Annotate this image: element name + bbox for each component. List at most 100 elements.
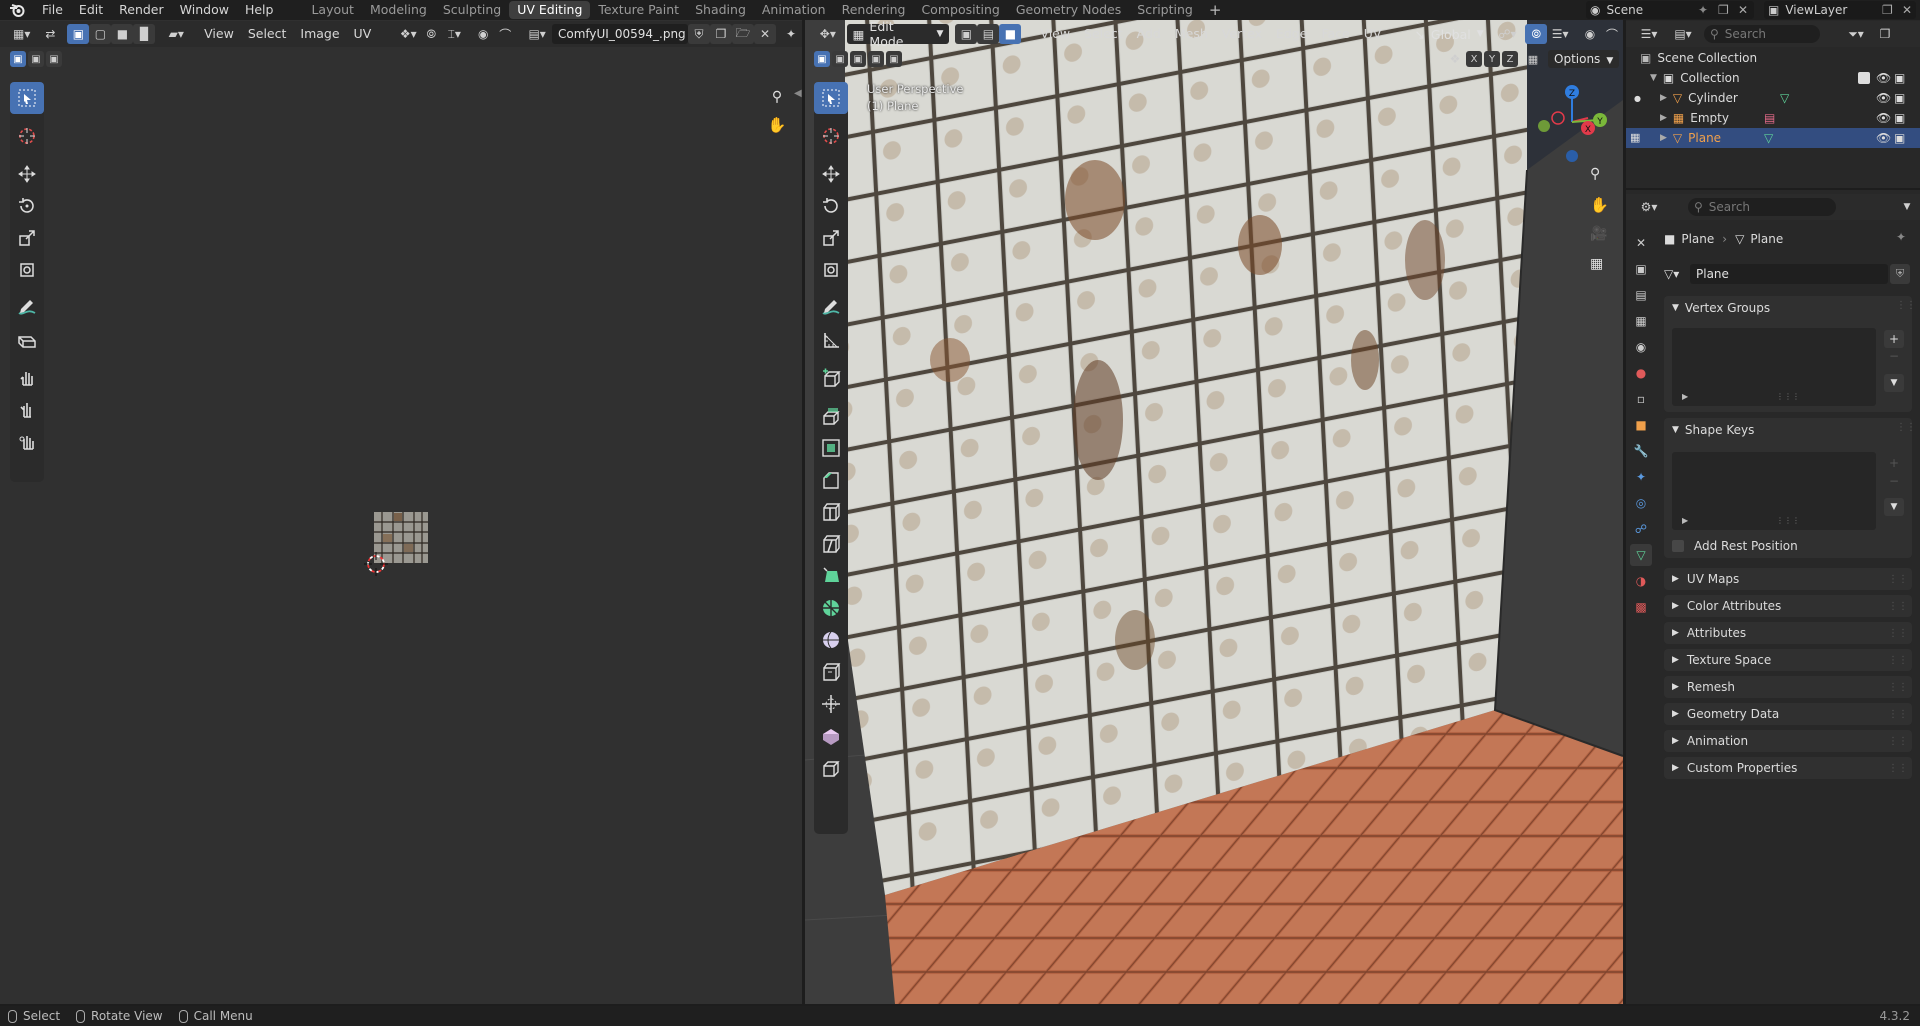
menu-render[interactable]: Render (111, 0, 172, 20)
tab-layout[interactable]: Layout (303, 1, 362, 19)
drag-handle-icon[interactable]: ⋮⋮ (1896, 300, 1916, 311)
uv-zoom-icon[interactable]: ⚲ (766, 86, 788, 108)
display-mode-icon[interactable]: ▤▾ (1668, 24, 1698, 44)
outliner-editor-type-icon[interactable]: ☰▾ (1634, 24, 1664, 44)
box-intersect-icon[interactable]: ▣ (886, 51, 902, 67)
vertex-groups-header[interactable]: ▼ Vertex Groups (1672, 298, 1770, 318)
outliner-item-cylinder[interactable]: ▶ ▽ Cylinder ▽ 👁 ▣ (1660, 90, 1905, 106)
relax-tool-icon[interactable] (10, 394, 44, 426)
uv-face-select-icon[interactable]: ■ (111, 24, 134, 44)
drag-handle-icon[interactable]: ⋮⋮ (1888, 628, 1908, 639)
outliner-item-plane[interactable]: ▶ ▽ Plane ▽ 👁 ▣ (1660, 130, 1905, 146)
physics-tab-icon[interactable]: ◎ (1630, 492, 1652, 514)
scene-selector[interactable]: ◉ Scene ✦ ❐ ✕ (1586, 1, 1754, 19)
spin-tool-icon[interactable] (814, 592, 848, 624)
vertex-select-mode-icon[interactable]: ▣ (955, 24, 978, 44)
material-tab-icon[interactable]: ◑ (1630, 570, 1652, 592)
tab-scripting[interactable]: Scripting (1129, 1, 1201, 19)
eye-icon[interactable]: 👁 (1876, 71, 1891, 85)
snap-toggle-icon[interactable]: ⦾ (1525, 24, 1548, 44)
subpanel-animation[interactable]: ▶ Animation ⋮⋮ (1664, 730, 1912, 752)
vp-menu-vertex[interactable]: Vertex (1215, 24, 1269, 44)
filter-icon[interactable]: ⏷▾ (1842, 24, 1870, 44)
texture-tab-icon[interactable]: ▩ (1630, 596, 1652, 618)
edge-slide-tool-icon[interactable] (814, 656, 848, 688)
mirror-icon[interactable]: ❖ (1446, 51, 1464, 67)
copy-scene-icon[interactable]: ❐ (1718, 3, 1729, 17)
select-subtract-icon[interactable]: ▣ (46, 51, 62, 67)
vp-menu-select[interactable]: Select (1077, 24, 1130, 44)
delete-scene-icon[interactable]: ✕ (1738, 3, 1748, 17)
menu-window[interactable]: Window (172, 0, 237, 20)
list-resize-grip-icon[interactable]: ⋮⋮⋮ (1776, 392, 1800, 401)
collection-row[interactable]: ▼ ▣ Collection 👁 ▣ (1650, 70, 1905, 86)
vertex-groups-list[interactable] (1672, 328, 1876, 406)
uv-sidebar-toggle-icon[interactable]: ◀ (794, 88, 802, 99)
data-tab-icon[interactable]: ▽ (1630, 544, 1652, 566)
unlink-image-icon[interactable]: ✕ (754, 24, 776, 44)
perspective-toggle-icon[interactable]: ▦ (1590, 256, 1603, 272)
remove-shape-key-button[interactable]: − (1884, 474, 1904, 488)
poly-build-tool-icon[interactable] (814, 560, 848, 592)
knife-tool-icon[interactable] (814, 528, 848, 560)
transform-tool-icon[interactable] (10, 254, 44, 286)
drag-handle-icon[interactable]: ⋮⋮ (1888, 574, 1908, 585)
render-tab-icon[interactable]: ▣ (1630, 258, 1652, 280)
add-cube-tool-icon[interactable] (814, 362, 848, 394)
drag-handle-icon[interactable]: ⋮⋮ (1888, 709, 1908, 720)
vp-transform-tool-icon[interactable] (814, 254, 848, 286)
rotate-tool-icon[interactable] (10, 190, 44, 222)
grab-tool-icon[interactable] (10, 324, 44, 356)
vp-scale-tool-icon[interactable] (814, 222, 848, 254)
collection-tab-icon[interactable]: ▫ (1630, 388, 1652, 410)
uv-sync-selection-icon[interactable]: ⇄ (39, 24, 61, 44)
uv-menu-image[interactable]: Image (293, 24, 346, 44)
camera-render-icon[interactable]: ▣ (1894, 91, 1905, 105)
drag-handle-icon[interactable]: ⋮⋮ (1888, 763, 1908, 774)
chevron-right-icon[interactable]: ▶ (1660, 133, 1667, 143)
chevron-right-icon[interactable]: ▶ (1660, 113, 1667, 123)
list-expand-icon[interactable]: ▶ (1682, 516, 1688, 525)
options-dropdown[interactable]: Options ▼ (1548, 50, 1620, 68)
open-image-folder-icon[interactable]: 🗁 (732, 24, 754, 44)
tab-animation[interactable]: Animation (754, 1, 834, 19)
subpanel-texture-space[interactable]: ▶ Texture Space ⋮⋮ (1664, 649, 1912, 671)
subpanel-color-attributes[interactable]: ▶ Color Attributes ⋮⋮ (1664, 595, 1912, 617)
camera-render-icon[interactable]: ▣ (1894, 131, 1905, 145)
drag-handle-icon[interactable]: ⋮⋮ (1896, 422, 1916, 433)
mesh-name-field[interactable]: Plane (1690, 264, 1888, 284)
edit-mode-toggle-icon[interactable]: ▦ (1630, 131, 1640, 144)
vp-menu-view[interactable]: View (1033, 24, 1077, 44)
falloff-icon[interactable]: ⌒ (494, 24, 516, 44)
eye-icon[interactable]: 👁 (1876, 91, 1891, 105)
tab-sculpting[interactable]: Sculpting (435, 1, 509, 19)
tweak-select-tool-icon[interactable] (10, 82, 44, 114)
bevel-tool-icon[interactable] (814, 464, 848, 496)
snap-icon[interactable]: ⦾ (420, 24, 442, 44)
vp-menu-face[interactable]: Face (1314, 24, 1356, 44)
add-workspace-button[interactable]: + (1201, 1, 1230, 19)
output-tab-icon[interactable]: ▤ (1630, 284, 1652, 306)
scene-tab-icon[interactable]: ◉ (1630, 336, 1652, 358)
tab-geometry-nodes[interactable]: Geometry Nodes (1008, 1, 1129, 19)
menu-help[interactable]: Help (237, 0, 282, 20)
camera-view-icon[interactable]: 🎥 (1590, 226, 1607, 242)
vp-menu-add[interactable]: Add (1130, 24, 1168, 44)
editor-type-uv-icon[interactable]: ▦▾ (8, 24, 35, 44)
tab-texture-paint[interactable]: Texture Paint (590, 1, 687, 19)
shape-key-specials-button[interactable]: ▼ (1884, 498, 1904, 516)
snap-settings-icon[interactable]: ☰▾ (1547, 24, 1573, 44)
select-box-tool-icon[interactable] (814, 82, 848, 114)
subpanel-geometry-data[interactable]: ▶ Geometry Data ⋮⋮ (1664, 703, 1912, 725)
image-browse-icon[interactable]: ▤▾ (524, 24, 550, 44)
uv-edge-select-icon[interactable]: ▢ (89, 24, 112, 44)
navigation-gizmo[interactable]: Z X Y (1528, 80, 1620, 172)
select-extend-icon[interactable]: ▣ (28, 51, 44, 67)
box-extend-icon[interactable]: ▣ (832, 51, 848, 67)
measure-tool-icon[interactable] (814, 324, 848, 356)
proportional-editing-icon[interactable]: ◉ (1579, 24, 1601, 44)
properties-editor-type-icon[interactable]: ⚙▾ (1634, 197, 1664, 217)
list-resize-grip-icon[interactable]: ⋮⋮⋮ (1776, 516, 1800, 525)
add-rest-position-row[interactable]: Add Rest Position (1672, 536, 1798, 556)
fake-user-shield-icon[interactable]: ⛨ (1890, 264, 1910, 284)
